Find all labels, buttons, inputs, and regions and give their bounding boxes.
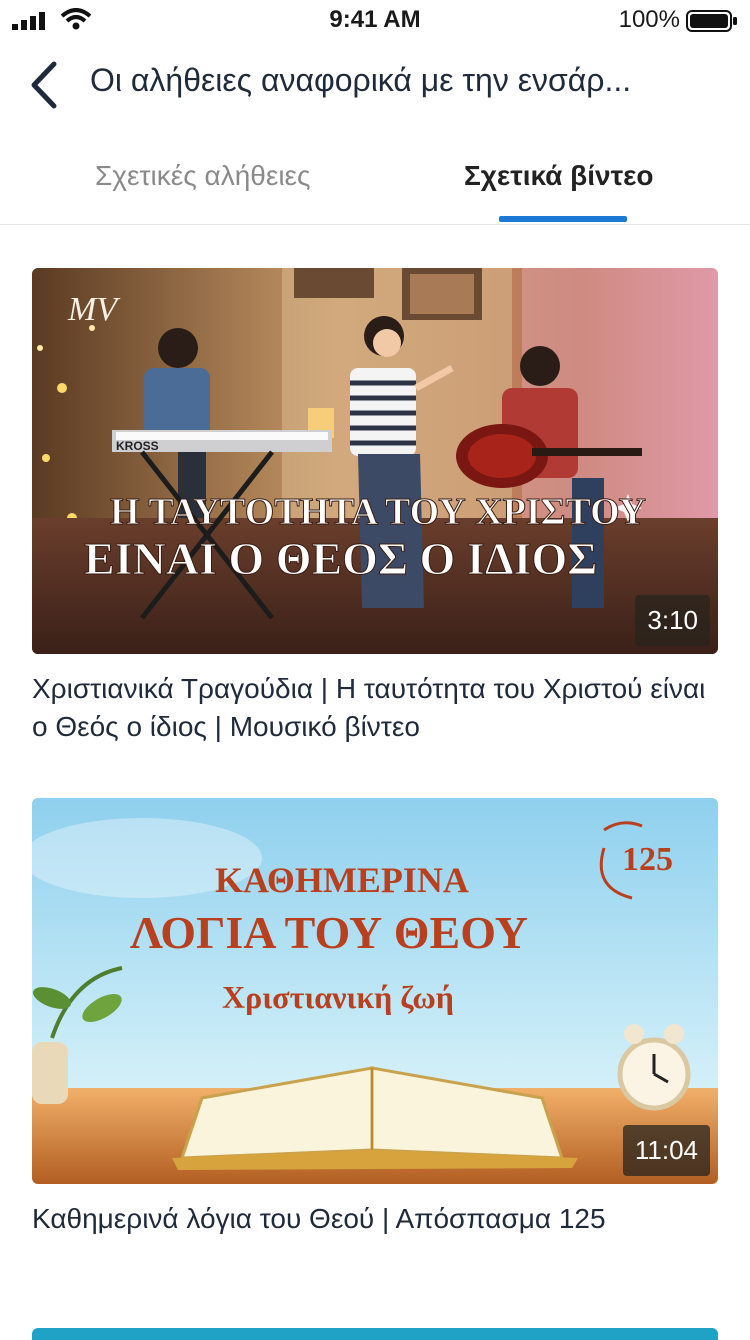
video-thumbnail[interactable]: 125 ΚΑΘΗΜΕΡΙΝΑ ΛΟΓΙΑ ΤΟΥ ΘΕΟΥ Χριστιανικ… [32, 798, 718, 1184]
thumbnail-title-line1: ΚΑΘΗΜΕΡΙΝΑ [215, 860, 469, 900]
keyboard-brand-label: KROSS [116, 439, 159, 453]
daily-words-thumbnail-image: 125 ΚΑΘΗΜΕΡΙΝΑ ΛΟΓΙΑ ΤΟΥ ΘΕΟΥ Χριστιανικ… [32, 798, 718, 1184]
page-title: Οι αλήθειες αναφορικά με την ενσάρ... [90, 62, 632, 98]
tab-related-videos[interactable]: Σχετικά βίντεο [464, 160, 654, 192]
mv-badge: MV [67, 291, 121, 328]
video-card[interactable]: MV KROSS Η ΤΑΥΤΟΤΗΤΑ ΤΟΥ ΧΡΙΣΤΟΥ ΕΙΝΑΙ Ο… [32, 268, 718, 748]
nav-header: Οι αλήθειες αναφορικά με την ενσάρ... [0, 40, 750, 130]
video-duration-badge: 3:10 [635, 595, 710, 646]
video-duration-badge: 11:04 [622, 1125, 710, 1176]
active-tab-indicator [499, 216, 627, 222]
next-video-card-peek[interactable] [32, 1328, 718, 1340]
episode-badge: 125 [622, 841, 673, 878]
chevron-left-icon [31, 61, 57, 109]
video-card[interactable]: 125 ΚΑΘΗΜΕΡΙΝΑ ΛΟΓΙΑ ΤΟΥ ΘΕΟΥ Χριστιανικ… [32, 798, 718, 1248]
thumbnail-title-line2: ΛΟΓΙΑ ΤΟΥ ΘΕΟΥ [130, 907, 528, 958]
tab-related-truths[interactable]: Σχετικές αλήθειες [95, 160, 311, 192]
music-video-thumbnail-image: MV KROSS Η ΤΑΥΤΟΤΗΤΑ ΤΟΥ ΧΡΙΣΤΟΥ ΕΙΝΑΙ Ο… [32, 268, 718, 654]
status-bar: 9:41 AM 100% [0, 0, 750, 40]
back-button[interactable] [24, 60, 68, 110]
tab-bar: Σχετικές αλήθειες Σχετικά βίντεο [0, 130, 750, 225]
video-title[interactable]: Χριστιανικά Τραγούδια | Η ταυτότητα του … [32, 670, 718, 746]
video-title[interactable]: Καθημερινά λόγια του Θεού | Απόσπασμα 12… [32, 1200, 718, 1238]
thumbnail-title-line1: Η ΤΑΥΤΟΤΗΤΑ ΤΟΥ ΧΡΙΣΤΟΥ [110, 491, 646, 533]
thumbnail-subtitle: Χριστιανική ζωή [222, 979, 454, 1015]
thumbnail-title-line2: ΕΙΝΑΙ Ο ΘΕΟΣ Ο ΙΔΙΟΣ [84, 533, 597, 584]
battery-percent: 100% [618, 6, 680, 33]
video-thumbnail[interactable]: MV KROSS Η ΤΑΥΤΟΤΗΤΑ ΤΟΥ ΧΡΙΣΤΟΥ ΕΙΝΑΙ Ο… [32, 268, 718, 654]
battery-icon [686, 10, 737, 32]
